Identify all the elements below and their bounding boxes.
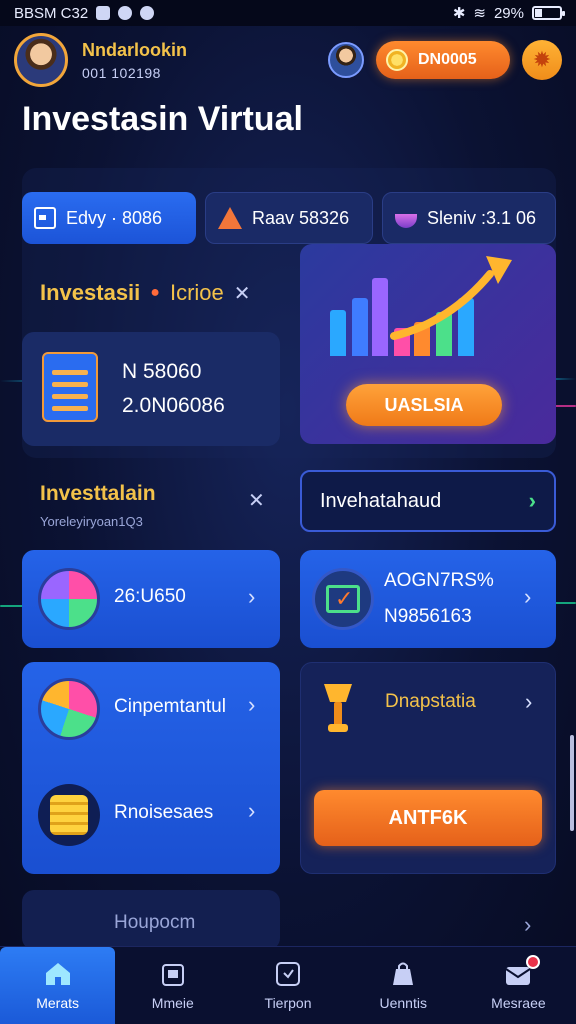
- growth-chart-card: UASLSIA: [300, 244, 556, 444]
- action-button[interactable]: ANTF6K: [314, 790, 542, 846]
- nav-merats[interactable]: Merats: [0, 947, 116, 1024]
- chart-bar-illustration: [352, 298, 368, 356]
- nav-mmeie[interactable]: Mmeie: [115, 947, 230, 1024]
- tab-label: Sleniv :3.1 06: [427, 207, 537, 228]
- notification-icon: [96, 6, 111, 20]
- card-label: Dnapstatia: [385, 691, 476, 712]
- bluetooth-icon: ✱: [452, 5, 466, 22]
- battery-icon: [532, 6, 565, 20]
- row2-header: Investtalain Yoreleyiryoan1Q3: [40, 482, 156, 529]
- chevron-right-icon: ›: [248, 584, 256, 609]
- row2-subtitle: Yoreleyiryoan1Q3: [40, 514, 143, 529]
- chevron-right-icon: ›: [528, 488, 536, 513]
- document-icon: [42, 352, 98, 422]
- scrollbar[interactable]: [570, 735, 574, 831]
- home-icon: [45, 962, 70, 985]
- card-label: Rnoisesaes: [114, 802, 214, 823]
- chart-bar-illustration: [372, 278, 388, 356]
- nav-label: Tierpon: [264, 994, 312, 1011]
- building-icon: [161, 963, 184, 986]
- coin-balance-button[interactable]: DN0005: [376, 41, 510, 79]
- bowl-icon: [395, 214, 417, 228]
- partial-label: Houpocm: [114, 912, 196, 933]
- button-label: Invehatahaud: [320, 489, 442, 512]
- chevron-right-icon[interactable]: ›: [524, 912, 531, 938]
- investment-card-1[interactable]: 26:U650 ›: [22, 550, 280, 648]
- wifi-icon: ≋: [473, 5, 486, 22]
- card-label: Cinpemtantul: [114, 696, 226, 717]
- chevron-right-icon: ›: [524, 584, 532, 609]
- user-info: Nndarlookin 001 102198: [82, 40, 187, 81]
- section-title: Investasii: [40, 280, 141, 305]
- triangle-icon: [218, 207, 242, 229]
- close-icon[interactable]: ✕: [248, 488, 265, 513]
- nav-tierpon[interactable]: Tierpon: [230, 947, 345, 1024]
- notification-badge: [526, 954, 541, 969]
- card-line-1: AOGN7RS%: [384, 570, 494, 591]
- coin-icon: [386, 49, 408, 71]
- user-id: 001 102198: [82, 64, 161, 81]
- decor-glow-line: [0, 605, 24, 607]
- bottom-navigation: Merats Mmeie Tierpon Uenntis Mesraee: [0, 946, 576, 1024]
- invehatahaud-button[interactable]: Invehatahaud ›: [300, 470, 556, 532]
- pie-chart-icon: [38, 568, 100, 630]
- row2-title: Investtalain: [40, 482, 156, 505]
- stats-card[interactable]: N 58060 2.0N06086: [22, 332, 280, 446]
- coin-balance-value: DN0005: [418, 51, 477, 68]
- close-icon[interactable]: ✕: [234, 281, 251, 306]
- tab-label: Edvy · 8086: [66, 207, 163, 228]
- wallet-icon: [34, 207, 56, 229]
- stats-value-secondary: 2.0N06086: [122, 394, 225, 417]
- avatar[interactable]: [14, 33, 68, 87]
- status-bar: BBSM C32 ✱ ≋ 29%: [0, 0, 576, 26]
- status-carrier-text: BBSM C32: [14, 4, 89, 22]
- pin-icon: ●: [150, 284, 160, 301]
- page-title: Investasin Virtual: [22, 100, 303, 138]
- user-name: Nndarlookin: [82, 39, 188, 60]
- nav-mesraee[interactable]: Mesraee: [461, 947, 576, 1024]
- nav-uenntis[interactable]: Uenntis: [346, 947, 461, 1024]
- section-subtitle: Icrioe: [169, 280, 224, 305]
- investment-card-2[interactable]: ✓ AOGN7RS% N9856163 ›: [300, 550, 556, 648]
- checkbox-chart-icon: ✓: [312, 568, 374, 630]
- messenger-icon: [118, 6, 133, 20]
- coin-stack-icon: [38, 784, 100, 846]
- chart-bar-illustration: [330, 310, 346, 356]
- tab-label: Raav 58326: [252, 207, 350, 228]
- section-header: Investasii ● Icrioe ✕: [40, 280, 251, 306]
- tab-sleniv[interactable]: Sleniv :3.1 06: [382, 192, 556, 244]
- chevron-right-icon: ›: [248, 692, 256, 717]
- tab-edvy[interactable]: Edvy · 8086: [22, 192, 196, 244]
- chevron-right-icon: ›: [525, 689, 533, 714]
- investment-card-3[interactable]: Cinpemtantul › Rnoisesaes ›: [22, 662, 280, 874]
- card-label: 26:U650: [114, 586, 186, 607]
- tab-raav[interactable]: Raav 58326: [205, 192, 373, 244]
- gear-icon: ✹: [532, 47, 552, 72]
- mail-icon: [504, 954, 541, 987]
- chart-action-button[interactable]: UASLSIA: [346, 384, 502, 426]
- nav-label: Merats: [36, 994, 79, 1011]
- bag-icon: [393, 962, 414, 985]
- app-header: Nndarlookin 001 102198 DN0005 ✹: [14, 30, 562, 90]
- nav-label: Mmeie: [151, 994, 194, 1011]
- battery-percent: 29%: [493, 4, 524, 22]
- trophy-icon: [324, 684, 352, 732]
- card-line-2: N9856163: [384, 606, 472, 627]
- nav-label: Uenntis: [379, 994, 427, 1011]
- nav-label: Mesraee: [491, 994, 546, 1011]
- app-notification-icon: [140, 6, 155, 20]
- stats-value-primary: N 58060: [122, 360, 202, 383]
- battery-level-fill: [535, 9, 542, 17]
- friend-avatar[interactable]: [328, 42, 364, 78]
- trend-arrow-icon: [390, 256, 512, 340]
- clock-icon: [276, 961, 300, 986]
- chevron-right-icon: ›: [248, 798, 256, 823]
- settings-button[interactable]: ✹: [522, 40, 562, 80]
- pie-chart-icon: [38, 678, 100, 740]
